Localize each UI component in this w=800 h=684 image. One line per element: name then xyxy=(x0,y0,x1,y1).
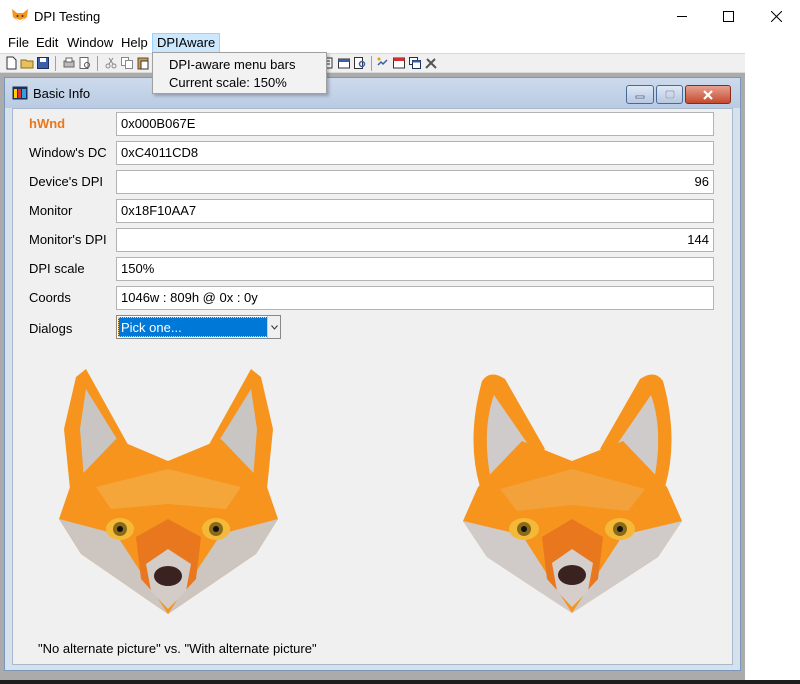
menu-edit[interactable]: Edit xyxy=(32,33,62,53)
window-icon[interactable] xyxy=(392,56,406,70)
comparison-caption: "No alternate picture" vs. "With alterna… xyxy=(38,641,317,656)
child-minimize-button[interactable] xyxy=(626,85,654,104)
print-icon[interactable] xyxy=(62,56,76,70)
menu-item-current-scale[interactable]: Current scale: 150% xyxy=(169,75,287,90)
dialogs-dropdown-button[interactable] xyxy=(267,316,280,338)
device-dpi-label: Device's DPI xyxy=(29,174,104,189)
app-window: DPI Testing File Edit Window Help DPIAwa… xyxy=(0,0,800,680)
taskbar-edge xyxy=(0,680,800,684)
monitor-dpi-field[interactable]: 144 xyxy=(116,228,714,252)
device-dpi-field[interactable]: 96 xyxy=(116,170,714,194)
close-button[interactable] xyxy=(753,0,799,33)
basic-info-panel: hWnd 0x000B067E Window's DC 0xC4011CD8 D… xyxy=(12,108,733,665)
frame-right-area xyxy=(745,53,800,680)
save-icon[interactable] xyxy=(36,56,50,70)
child-close-button[interactable] xyxy=(685,85,731,104)
dialogs-label: Dialogs xyxy=(29,321,73,336)
fox-app-icon xyxy=(12,9,28,23)
toolbar-separator xyxy=(55,56,56,71)
child-window-basic-info: Basic Info hWnd 0x000B067E Window's DC 0… xyxy=(4,77,741,671)
tools-icon[interactable] xyxy=(424,56,438,70)
row-device-dpi: Device's DPI 96 xyxy=(13,170,734,194)
coords-field[interactable]: 1046w : 809h @ 0x : 0y xyxy=(116,286,714,310)
dialogs-selected-value: Pick one... xyxy=(118,317,268,337)
properties-icon[interactable] xyxy=(337,56,351,70)
row-dpi-scale: DPI scale 150% xyxy=(13,257,734,281)
window-dc-field[interactable]: 0xC4011CD8 xyxy=(116,141,714,165)
menu-file[interactable]: File xyxy=(4,33,33,53)
close-icon xyxy=(703,89,713,100)
maximize-icon xyxy=(664,90,675,99)
child-title-bar[interactable]: Basic Info xyxy=(5,78,740,108)
copy-icon[interactable] xyxy=(120,56,134,70)
fox-picture-with-alternate xyxy=(463,374,682,613)
dpi-scale-label: DPI scale xyxy=(29,261,85,276)
chevron-down-icon xyxy=(270,324,278,330)
cascade-icon[interactable] xyxy=(408,56,422,70)
dpiaware-menu: DPI-aware menu bars Current scale: 150% xyxy=(152,52,327,94)
arrange-icon[interactable] xyxy=(376,56,390,70)
hwnd-label: hWnd xyxy=(29,116,66,131)
menu-window[interactable]: Window xyxy=(63,33,117,53)
row-hwnd: hWnd 0x000B067E xyxy=(13,112,734,136)
child-maximize-button[interactable] xyxy=(656,85,683,104)
cut-icon[interactable] xyxy=(104,56,118,70)
maximize-icon xyxy=(722,11,734,22)
find-icon[interactable] xyxy=(353,56,367,70)
paste-icon[interactable] xyxy=(136,56,150,70)
maximize-button[interactable] xyxy=(705,0,751,33)
coords-label: Coords xyxy=(29,290,71,305)
minimize-icon xyxy=(635,95,645,98)
row-window-dc: Window's DC 0xC4011CD8 xyxy=(13,141,734,165)
print-preview-icon[interactable] xyxy=(78,56,92,70)
window-dc-label: Window's DC xyxy=(29,145,107,160)
menu-help[interactable]: Help xyxy=(117,33,152,53)
dialogs-combobox[interactable]: Pick one... xyxy=(116,315,281,339)
toolbar-separator xyxy=(371,56,372,71)
monitor-dpi-label: Monitor's DPI xyxy=(29,232,107,247)
hwnd-field[interactable]: 0x000B067E xyxy=(116,112,714,136)
window-app-icon xyxy=(12,86,28,100)
monitor-label: Monitor xyxy=(29,203,73,218)
menu-bar: File Edit Window Help DPIAware xyxy=(0,33,800,53)
window-title: DPI Testing xyxy=(34,9,101,24)
row-monitor-dpi: Monitor's DPI 144 xyxy=(13,228,734,252)
close-icon xyxy=(770,11,782,22)
row-coords: Coords 1046w : 809h @ 0x : 0y xyxy=(13,286,734,310)
minimize-button[interactable] xyxy=(659,0,705,33)
toolbar-separator xyxy=(97,56,98,71)
menu-item-dpi-aware-menu-bars[interactable]: DPI-aware menu bars xyxy=(169,57,295,72)
monitor-field[interactable]: 0x18F10AA7 xyxy=(116,199,714,223)
fox-picture-no-alternate xyxy=(59,369,278,614)
menu-dpiaware[interactable]: DPIAware xyxy=(152,33,221,53)
minimize-icon xyxy=(676,16,687,17)
row-monitor: Monitor 0x18F10AA7 xyxy=(13,199,734,223)
child-title: Basic Info xyxy=(33,86,91,101)
toolbar xyxy=(0,53,745,73)
open-icon[interactable] xyxy=(20,56,34,70)
title-bar: DPI Testing xyxy=(0,0,800,33)
dpi-scale-field[interactable]: 150% xyxy=(116,257,714,281)
new-icon[interactable] xyxy=(4,56,18,70)
